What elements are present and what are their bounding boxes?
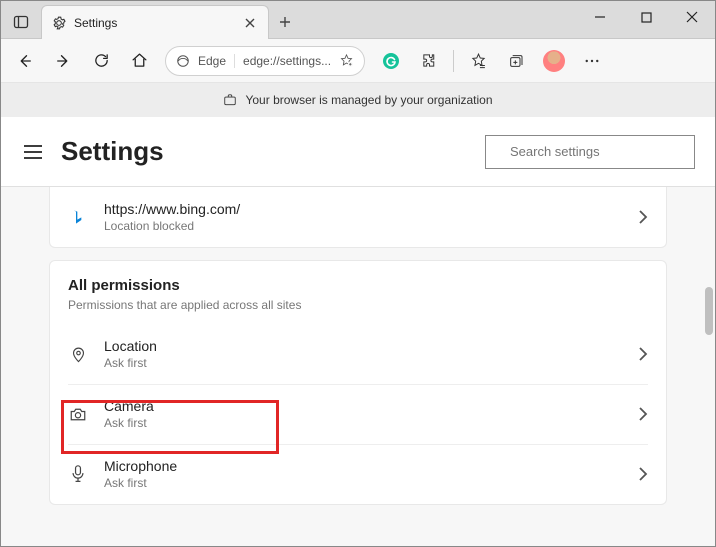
window-close-button[interactable] (669, 1, 715, 33)
home-button[interactable] (121, 43, 157, 79)
managed-infobar: Your browser is managed by your organiza… (1, 83, 715, 117)
minimize-button[interactable] (577, 1, 623, 33)
hamburger-icon (24, 145, 42, 159)
plus-icon (279, 16, 291, 28)
scrollbar-thumb[interactable] (705, 287, 713, 335)
address-brand: Edge (198, 54, 235, 68)
briefcase-icon (223, 93, 237, 107)
permission-row-camera[interactable]: Camera Ask first (50, 384, 666, 444)
bing-icon (68, 209, 88, 225)
minimize-icon (594, 11, 606, 23)
permission-sub: Ask first (104, 356, 622, 370)
camera-icon (68, 407, 88, 422)
maximize-button[interactable] (623, 1, 669, 33)
page-title: Settings (61, 136, 164, 167)
chevron-right-icon (638, 407, 648, 421)
permission-sub: Ask first (104, 476, 622, 490)
home-icon (131, 52, 148, 69)
microphone-icon (68, 465, 88, 483)
menu-button[interactable] (21, 140, 45, 164)
permission-row-location[interactable]: Location Ask first (50, 324, 666, 384)
back-button[interactable] (7, 43, 43, 79)
profile-button[interactable] (536, 43, 572, 79)
location-icon (68, 346, 88, 363)
browser-tab[interactable]: Settings (41, 5, 269, 39)
tab-title: Settings (74, 16, 242, 30)
refresh-icon (93, 52, 110, 69)
puzzle-icon (421, 52, 438, 69)
more-button[interactable] (574, 43, 610, 79)
grammarly-icon (382, 52, 400, 70)
permission-row-microphone[interactable]: Microphone Ask first (50, 444, 666, 504)
maximize-icon (641, 12, 652, 23)
address-bar[interactable]: Edge edge://settings... (165, 46, 365, 76)
avatar-icon (543, 50, 565, 72)
all-permissions-card: All permissions Permissions that are app… (49, 260, 667, 505)
gear-icon (52, 16, 66, 30)
close-icon (686, 11, 698, 23)
arrow-left-icon (16, 52, 34, 70)
search-input[interactable] (510, 144, 686, 159)
section-title: All permissions (68, 277, 648, 294)
window-controls (577, 1, 715, 33)
recent-site-status: Location blocked (104, 219, 622, 233)
section-header: All permissions Permissions that are app… (50, 261, 666, 324)
recent-activity-card: https://www.bing.com/ Location blocked (49, 187, 667, 248)
separator (453, 50, 454, 72)
section-subtitle: Permissions that are applied across all … (68, 298, 648, 312)
tab-actions-icon (13, 14, 29, 30)
close-icon (245, 18, 255, 28)
favorites-button[interactable] (460, 43, 496, 79)
new-tab-button[interactable] (269, 5, 301, 39)
collections-icon (508, 53, 524, 69)
permission-label: Location (104, 338, 622, 354)
edge-logo-icon (176, 54, 190, 68)
star-lines-icon (470, 52, 487, 69)
forward-button[interactable] (45, 43, 81, 79)
chevron-right-icon (638, 347, 648, 361)
settings-header: Settings (1, 117, 715, 187)
favorite-add-icon[interactable] (339, 53, 354, 68)
ellipsis-icon (583, 52, 601, 70)
extensions-button[interactable] (411, 43, 447, 79)
managed-text: Your browser is managed by your organiza… (245, 93, 492, 107)
extension-grammarly[interactable] (373, 43, 409, 79)
refresh-button[interactable] (83, 43, 119, 79)
address-url: edge://settings... (243, 54, 331, 68)
recent-site-url: https://www.bing.com/ (104, 201, 622, 217)
arrow-right-icon (54, 52, 72, 70)
browser-toolbar: Edge edge://settings... (1, 39, 715, 83)
tab-close-button[interactable] (242, 15, 258, 31)
permission-sub: Ask first (104, 416, 622, 430)
tab-actions-button[interactable] (1, 5, 41, 39)
permission-label: Camera (104, 398, 622, 414)
chevron-right-icon (638, 467, 648, 481)
settings-search[interactable] (485, 135, 695, 169)
permission-label: Microphone (104, 458, 622, 474)
window-titlebar: Settings (1, 1, 715, 39)
settings-content: https://www.bing.com/ Location blocked A… (1, 187, 715, 546)
collections-button[interactable] (498, 43, 534, 79)
recent-activity-row[interactable]: https://www.bing.com/ Location blocked (50, 187, 666, 247)
chevron-right-icon (638, 210, 648, 224)
